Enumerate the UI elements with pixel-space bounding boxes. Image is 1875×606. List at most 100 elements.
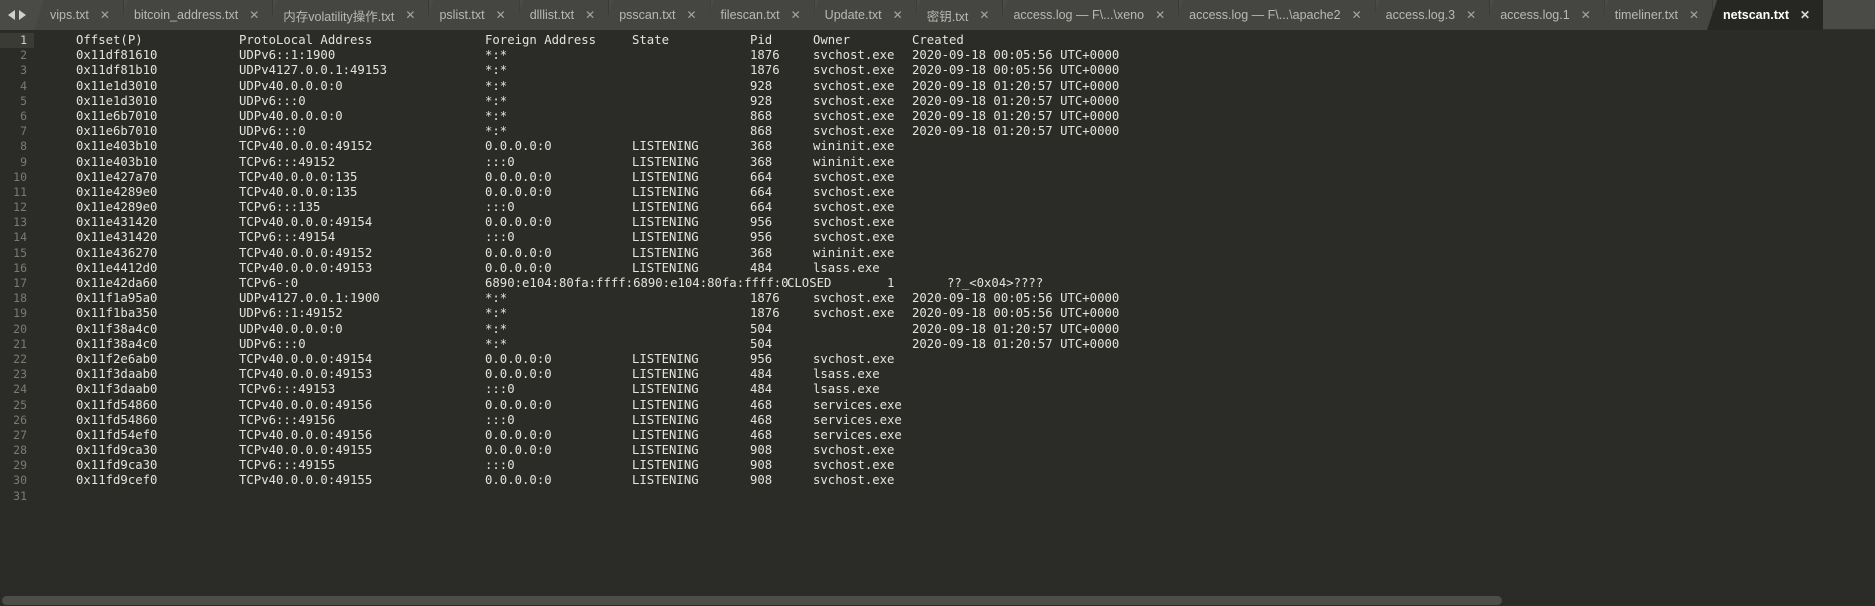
cell-local: 0.0.0.0:49156	[276, 427, 373, 442]
tab-strip: vips.txt ✕ bitcoin_address.txt ✕ 内存volatilit…	[34, 0, 1875, 30]
cell-offset: 0x11f38a4c0	[76, 321, 158, 336]
tab-item[interactable]: 内存volatility操作.txt ✕	[267, 0, 430, 30]
tab-item[interactable]: access.log — F\...\xeno ✕	[997, 0, 1180, 30]
cell-state: LISTENING	[632, 382, 699, 397]
tab-item[interactable]: access.log.3 ✕	[1369, 0, 1491, 30]
cell-offset: 0x11e1d3010	[76, 78, 158, 93]
cell-proto: TCPv6	[239, 230, 277, 245]
cell-offset: 0x11e6b7010	[76, 124, 158, 139]
cell-foreign: :::0	[485, 382, 515, 397]
tab-close-icon[interactable]: ✕	[1466, 9, 1476, 21]
tab-close-icon[interactable]: ✕	[1800, 9, 1810, 21]
tab-item[interactable]: bitcoin_address.txt ✕	[117, 0, 274, 30]
arrow-left-icon[interactable]	[8, 10, 15, 20]
line-number: 26	[13, 412, 27, 427]
tab-item[interactable]: dlllist.txt ✕	[513, 0, 610, 30]
tab-close-icon[interactable]: ✕	[791, 9, 801, 21]
tab-item[interactable]: 密钥.txt ✕	[910, 0, 1004, 30]
cell-local: 0.0.0.0:49154	[276, 215, 373, 230]
tab-label: dlllist.txt	[529, 8, 575, 22]
cell-owner: services.exe	[813, 427, 902, 442]
tab-close-icon[interactable]: ✕	[100, 9, 110, 21]
table-row: 0x11e42da60 TCPv6 -:0 6890:e104:80fa:ffff:6…	[42, 276, 1875, 291]
cell-owner: wininit.exe	[813, 154, 895, 169]
line-number: 10	[13, 169, 27, 184]
cell-offset: 0x11e6b7010	[76, 108, 158, 123]
tab-close-icon[interactable]: ✕	[405, 9, 415, 21]
cell-offset: 0x11e431420	[76, 215, 158, 230]
cell-offset: 0x11f1ba350	[76, 306, 158, 321]
cell-local: 0.0.0.0:49153	[276, 367, 373, 382]
cell-created: 2020-09-18 01:20:57 UTC+0000	[912, 321, 1120, 336]
tab-close-icon[interactable]: ✕	[893, 9, 903, 21]
cell-pid: 956	[750, 351, 773, 366]
cell-pid: 868	[750, 108, 773, 123]
tab-close-icon[interactable]: ✕	[585, 9, 595, 21]
cell-proto: UDPv4	[239, 78, 277, 93]
tab-label: access.log — F\...\xeno	[1013, 8, 1145, 22]
cell-state: LISTENING	[632, 458, 699, 473]
cell-owner: svchost.exe	[813, 63, 895, 78]
table-row: 0x11f2e6ab0 TCPv4 0.0.0.0:49154 0.0.0.0:0 LI…	[42, 352, 1875, 367]
table-row: 0x11fd54ef0 TCPv4 0.0.0.0:49156 0.0.0.0:0 LI…	[42, 428, 1875, 443]
cell-local: :::135	[276, 200, 321, 215]
cell-owner: svchost.exe	[813, 200, 895, 215]
tab-close-icon[interactable]: ✕	[249, 9, 259, 21]
cell-offset: 0x11fd9ca30	[76, 458, 158, 473]
line-number: 6	[20, 108, 27, 123]
cell-owner: Owner	[813, 33, 851, 47]
tab-item[interactable]: timeliner.txt ✕	[1598, 0, 1714, 30]
cell-proto: TCPv4	[239, 443, 277, 458]
cell-local: 0.0.0.0:0	[276, 321, 343, 336]
cell-proto: UDPv4	[239, 63, 277, 78]
cell-proto: UDPv4	[239, 321, 277, 336]
horizontal-scrollbar[interactable]	[0, 594, 1875, 606]
cell-local: :::49152	[276, 154, 336, 169]
tab-close-icon[interactable]: ✕	[1155, 9, 1165, 21]
tab-item[interactable]: pslist.txt ✕	[423, 0, 520, 30]
cell-local: 0.0.0.0:49152	[276, 139, 373, 154]
cell-pid: 908	[750, 458, 773, 473]
cell-local: :::0	[276, 336, 306, 351]
cell-owner: svchost.exe	[813, 169, 895, 184]
tab-close-icon[interactable]: ✕	[1689, 9, 1699, 21]
cell-local: -:0	[276, 276, 299, 290]
cell-created: 2020-09-18 00:05:56 UTC+0000	[912, 48, 1120, 63]
tab-item[interactable]: Update.txt ✕	[808, 0, 917, 30]
tab-item[interactable]: filescan.txt ✕	[704, 0, 815, 30]
tab-item[interactable]: access.log — F\...\apache2 ✕	[1173, 0, 1376, 30]
cell-pid: 468	[750, 427, 773, 442]
table-row: 0x11e403b10 TCPv6:::49152:::0 LISTENING 368…	[42, 155, 1875, 170]
tab-close-icon[interactable]: ✕	[496, 9, 506, 21]
cell-state: State	[632, 33, 670, 47]
cell-local: :::49155	[276, 458, 336, 473]
table-row: 0x11fd54860 TCPv4 0.0.0.0:49156 0.0.0.0:0 LI…	[42, 398, 1875, 413]
tab-close-icon[interactable]: ✕	[979, 9, 989, 21]
tab-close-icon[interactable]: ✕	[1581, 9, 1591, 21]
cell-foreign: 0.0.0.0:0	[485, 169, 552, 184]
code-content[interactable]: Offset(P) Proto Local Address Foreign Addre…	[34, 30, 1875, 606]
cell-foreign: :::0	[485, 200, 515, 215]
tab-label: 内存volatility操作.txt	[283, 9, 395, 24]
line-number: 14	[13, 230, 27, 245]
cell-proto: TCPv4	[239, 139, 277, 154]
arrow-right-icon[interactable]	[19, 10, 26, 20]
tab-close-icon[interactable]: ✕	[1352, 9, 1362, 21]
tab-active[interactable]: netscan.txt ✕	[1707, 0, 1824, 30]
cell-offset: 0x11e427a70	[76, 169, 158, 184]
cell-owner: svchost.exe	[813, 443, 895, 458]
cell-offset: 0x11f38a4c0	[76, 336, 158, 351]
tab-close-icon[interactable]: ✕	[686, 9, 696, 21]
cell-offset: 0x11e4289e0	[76, 184, 158, 199]
tab-item[interactable]: vips.txt ✕	[34, 0, 124, 30]
table-row: 0x11f3daab0 TCPv6:::49153:::0 LISTENING 484…	[42, 382, 1875, 397]
tab-item[interactable]: psscan.txt ✕	[603, 0, 711, 30]
editor-area[interactable]: 1 2 3 4 5 6 7 8 9 10 11 12 13 14 15 16 17 18 19 20 21 22 23 24 2…	[0, 30, 1875, 606]
scrollbar-thumb[interactable]	[2, 596, 1502, 605]
cell-local: :::0	[276, 93, 306, 108]
tab-item[interactable]: access.log.1 ✕	[1484, 0, 1605, 30]
line-number: 20	[13, 321, 27, 336]
line-number: 15	[13, 245, 27, 260]
table-row: 0x11e1d3010 UDPv4 0.0.0.0:0 *:* 928 svchost.e…	[42, 79, 1875, 94]
line-number: 9	[20, 154, 27, 169]
